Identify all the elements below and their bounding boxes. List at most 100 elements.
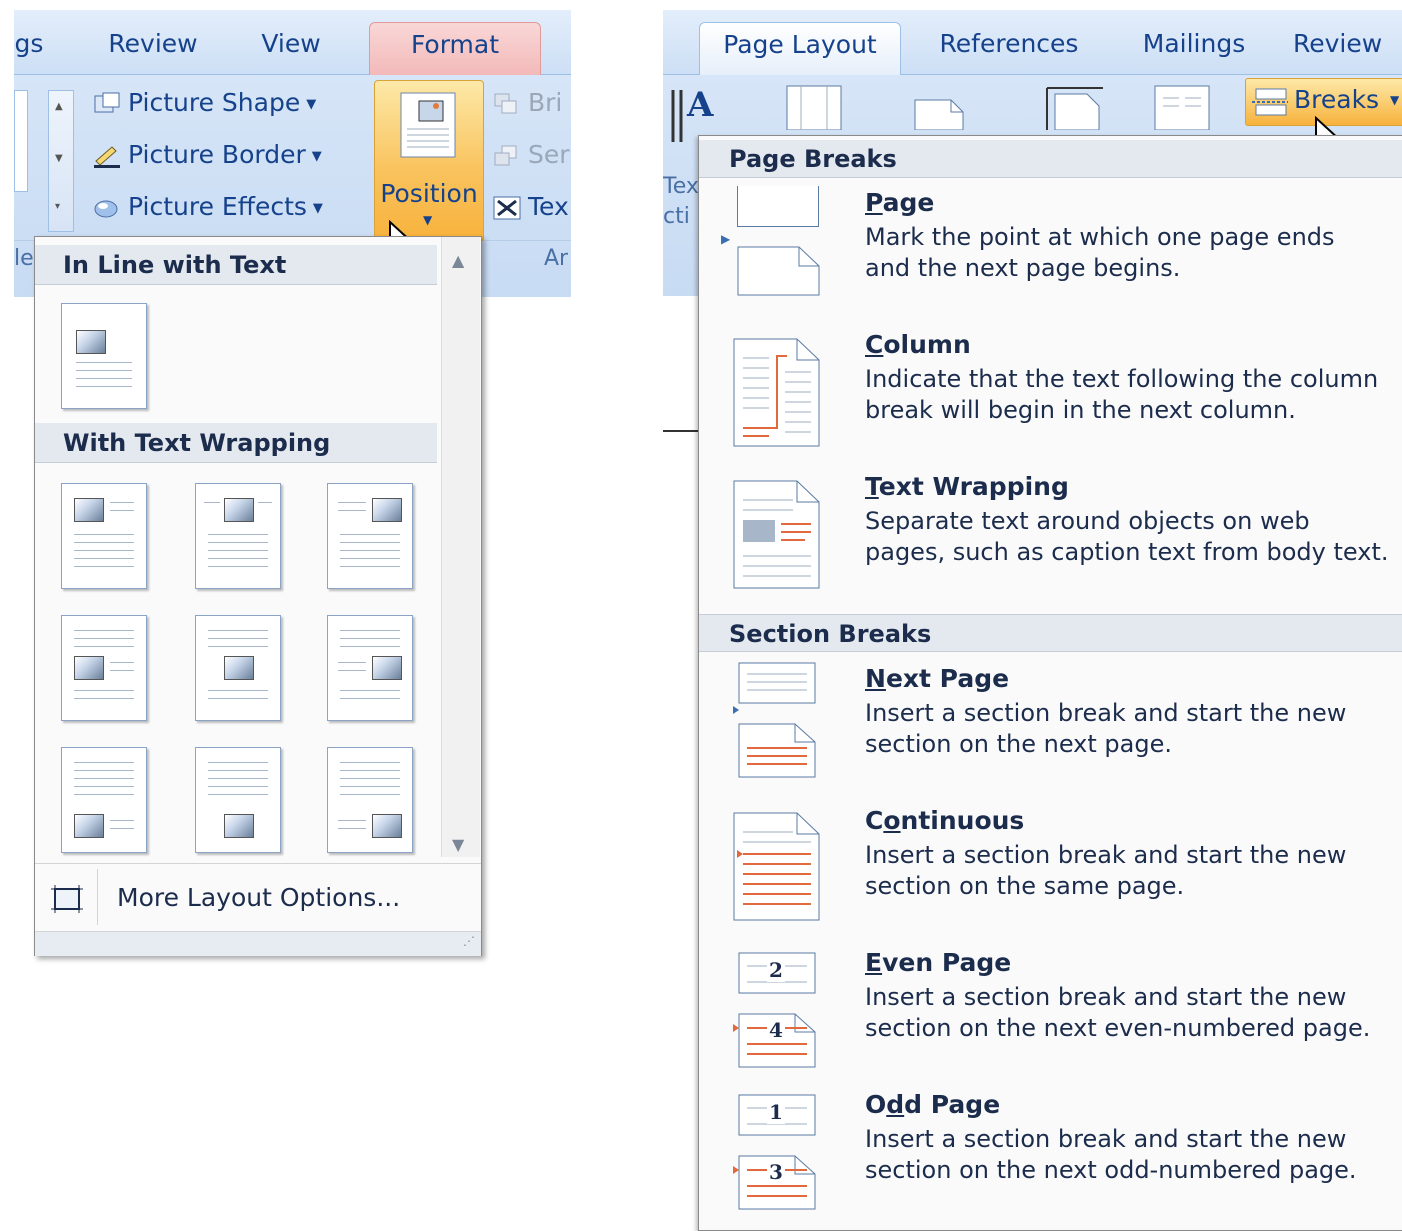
tab-references[interactable]: References xyxy=(929,22,1089,74)
break-text-wrapping-description: Separate text around objects on web pages… xyxy=(865,507,1389,566)
position-bottom-center-option[interactable] xyxy=(195,747,281,853)
break-column-description: Indicate that the text following the col… xyxy=(865,365,1379,424)
position-label: Position xyxy=(380,179,478,208)
break-even-page-title: Even Page xyxy=(865,948,1012,977)
break-continuous-title: Continuous xyxy=(865,806,1025,835)
break-continuous-description: Insert a section break and start the new… xyxy=(865,841,1347,900)
tab-partial[interactable]: gs xyxy=(14,22,44,74)
ribbon-tab-bar: gs Review View Format xyxy=(14,10,571,75)
break-page-item[interactable]: ▶ Page Mark the point at which one page … xyxy=(699,186,1402,310)
picture-border-icon xyxy=(94,146,120,168)
text-wrapping-break-icon xyxy=(729,470,820,589)
tab-review[interactable]: Review xyxy=(98,22,208,74)
even-page-number-top: 2 xyxy=(767,958,785,982)
tab-mailings[interactable]: Mailings xyxy=(1129,22,1259,74)
picture-effects-label: Picture Effects xyxy=(128,192,307,221)
break-odd-page-description: Insert a section break and start the new… xyxy=(865,1125,1357,1184)
gallery-more-icon[interactable]: ▾ xyxy=(55,201,60,212)
tab-page-layout[interactable]: Page Layout xyxy=(699,22,901,75)
tab-view[interactable]: View xyxy=(246,22,336,74)
more-layout-options-item[interactable]: More Layout Options... xyxy=(35,865,481,929)
breaks-icon xyxy=(1252,88,1288,116)
position-top-right-option[interactable] xyxy=(327,483,413,589)
resize-grip-icon[interactable]: ⋰ xyxy=(463,934,475,948)
bring-forward-button[interactable]: Bri xyxy=(492,88,562,117)
position-gallery-menu: In Line with Text With Text Wrapping ▲ ▼… xyxy=(34,236,482,956)
text-wrapping-label: Tex xyxy=(528,192,569,221)
continuous-break-icon xyxy=(729,804,820,921)
bring-forward-label: Bri xyxy=(528,88,563,117)
picture-border-button[interactable]: Picture Border ▼ xyxy=(92,140,322,169)
position-inline-option[interactable] xyxy=(61,303,147,409)
break-page-description: Mark the point at which one page ends and… xyxy=(865,223,1335,282)
gallery-scrollbar[interactable]: ▲ ▼ xyxy=(441,237,480,857)
page-break-icon: ▶ xyxy=(721,186,820,296)
scroll-up-icon[interactable]: ▲ xyxy=(55,101,63,112)
scroll-down-icon[interactable]: ▼ xyxy=(55,153,63,164)
break-odd-page-title: Odd Page xyxy=(865,1090,1001,1119)
break-even-page-description: Insert a section break and start the new… xyxy=(865,983,1371,1042)
breaks-menu: Page Breaks ▶ Page Mark the point at whi… xyxy=(698,135,1402,1231)
gallery-edge xyxy=(14,90,28,192)
position-middle-center-option[interactable] xyxy=(195,615,281,721)
position-icon xyxy=(400,92,456,158)
scroll-up-icon[interactable]: ▲ xyxy=(452,251,464,270)
menu-resize-bar[interactable]: ⋰ xyxy=(35,931,481,956)
picture-border-label: Picture Border xyxy=(128,140,306,169)
position-middle-left-option[interactable] xyxy=(61,615,147,721)
position-button[interactable]: Position ▼ xyxy=(374,80,484,242)
layout-options-icon xyxy=(51,885,83,913)
break-next-page-description: Insert a section break and start the new… xyxy=(865,699,1347,758)
dropdown-arrow-icon: ▼ xyxy=(423,213,433,227)
page-breaks-heading: Page Breaks xyxy=(699,140,1402,178)
ribbon-tab-bar: Page Layout References Mailings Review xyxy=(663,10,1402,75)
odd-page-number-bottom: 3 xyxy=(767,1160,785,1184)
break-continuous-item[interactable]: Continuous Insert a section break and st… xyxy=(699,804,1402,928)
text-direction-label-partial: Tex cti xyxy=(663,174,699,229)
break-odd-page-item[interactable]: 1 3 Odd Page Insert a section break and … xyxy=(699,1088,1402,1212)
break-next-page-item[interactable]: Next Page Insert a section break and sta… xyxy=(699,662,1402,786)
tab-format[interactable]: Format xyxy=(369,22,541,75)
break-column-item[interactable]: Column Indicate that the text following … xyxy=(699,328,1402,452)
picture-shape-icon xyxy=(94,92,120,113)
picture-effects-button[interactable]: Picture Effects ▼ xyxy=(92,192,323,221)
group-label-partial: le xyxy=(14,246,34,271)
odd-page-break-icon: 1 3 xyxy=(729,1088,819,1210)
more-layout-options-label: More Layout Options... xyxy=(117,883,401,912)
position-top-left-option[interactable] xyxy=(61,483,147,589)
break-text-wrapping-item[interactable]: Text Wrapping Separate text around objec… xyxy=(699,470,1402,600)
position-middle-right-option[interactable] xyxy=(327,615,413,721)
break-column-title: Column xyxy=(865,330,971,359)
position-bottom-right-option[interactable] xyxy=(327,747,413,853)
break-next-page-title: Next Page xyxy=(865,664,1010,693)
dropdown-arrow-icon: ▼ xyxy=(1390,93,1400,107)
scroll-down-icon[interactable]: ▼ xyxy=(452,835,464,854)
break-text-wrapping-title: Text Wrapping xyxy=(865,472,1069,501)
arrange-group-label: Ar xyxy=(544,246,569,271)
size-icon[interactable] xyxy=(1043,84,1107,130)
document-line xyxy=(663,430,699,432)
menu-divider xyxy=(35,863,481,864)
dropdown-arrow-icon: ▼ xyxy=(306,96,317,112)
dropdown-arrow-icon: ▼ xyxy=(311,148,322,164)
picture-shape-button[interactable]: Picture Shape ▼ xyxy=(92,88,316,117)
break-page-title: Page xyxy=(865,188,935,217)
columns-icon[interactable] xyxy=(1153,84,1213,130)
text-wrapping-button[interactable]: Tex xyxy=(492,192,569,221)
margins-icon[interactable] xyxy=(785,84,845,130)
send-backward-button[interactable]: Ser xyxy=(492,140,570,169)
picture-effects-icon xyxy=(94,200,118,218)
picture-icon xyxy=(76,330,106,354)
with-text-wrapping-heading: With Text Wrapping xyxy=(35,423,437,463)
bring-forward-icon xyxy=(494,93,517,114)
next-page-break-icon xyxy=(729,662,819,778)
tab-review[interactable]: Review xyxy=(1293,22,1402,74)
position-top-center-option[interactable] xyxy=(195,483,281,589)
position-bottom-left-option[interactable] xyxy=(61,747,147,853)
send-backward-icon xyxy=(494,145,517,166)
orientation-icon[interactable] xyxy=(911,90,981,130)
text-wrapping-icon xyxy=(493,196,521,220)
picture-shape-label: Picture Shape xyxy=(128,88,301,117)
break-even-page-item[interactable]: 2 4 Even Page Insert a section break and… xyxy=(699,946,1402,1070)
gallery-scroll-buttons[interactable]: ▲ ▼ ▾ xyxy=(48,90,74,232)
